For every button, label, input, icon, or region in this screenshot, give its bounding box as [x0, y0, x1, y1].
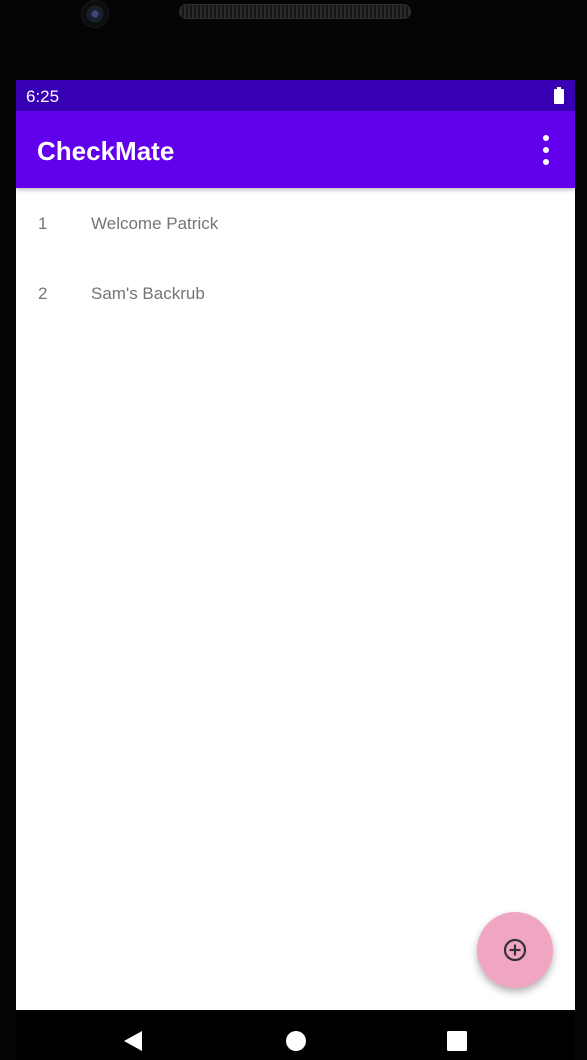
more-vert-icon[interactable]	[531, 133, 561, 167]
home-circle-icon	[286, 1031, 306, 1051]
item-list: 1 Welcome Patrick 2 Sam's Backrub	[16, 188, 575, 328]
recents-square-icon	[447, 1031, 467, 1051]
back-triangle-icon	[124, 1031, 142, 1051]
recents-button[interactable]	[426, 1010, 486, 1060]
status-bar: 6:25	[16, 80, 575, 111]
phone-frame: 6:25 CheckMate 1 Welcome Patrick 2 Sam's…	[0, 0, 587, 1060]
navigation-bar	[16, 1010, 575, 1060]
item-label: Sam's Backrub	[91, 284, 205, 303]
screen: 6:25 CheckMate 1 Welcome Patrick 2 Sam's…	[16, 80, 575, 1010]
back-button[interactable]	[102, 1010, 162, 1060]
list-item[interactable]: 1 Welcome Patrick	[16, 188, 575, 258]
item-number: 1	[38, 214, 48, 233]
item-number: 2	[38, 284, 48, 303]
status-time: 6:25	[26, 87, 60, 106]
add-item-fab[interactable]	[477, 912, 553, 988]
app-bar: CheckMate	[16, 111, 575, 188]
battery-full-icon	[554, 87, 564, 104]
earpiece-speaker	[179, 4, 411, 19]
list-item[interactable]: 2 Sam's Backrub	[16, 258, 575, 328]
item-label: Welcome Patrick	[91, 214, 219, 233]
front-camera	[82, 1, 108, 27]
app-title: CheckMate	[37, 136, 175, 166]
add-circle-icon	[503, 938, 527, 962]
home-button[interactable]	[265, 1010, 325, 1060]
